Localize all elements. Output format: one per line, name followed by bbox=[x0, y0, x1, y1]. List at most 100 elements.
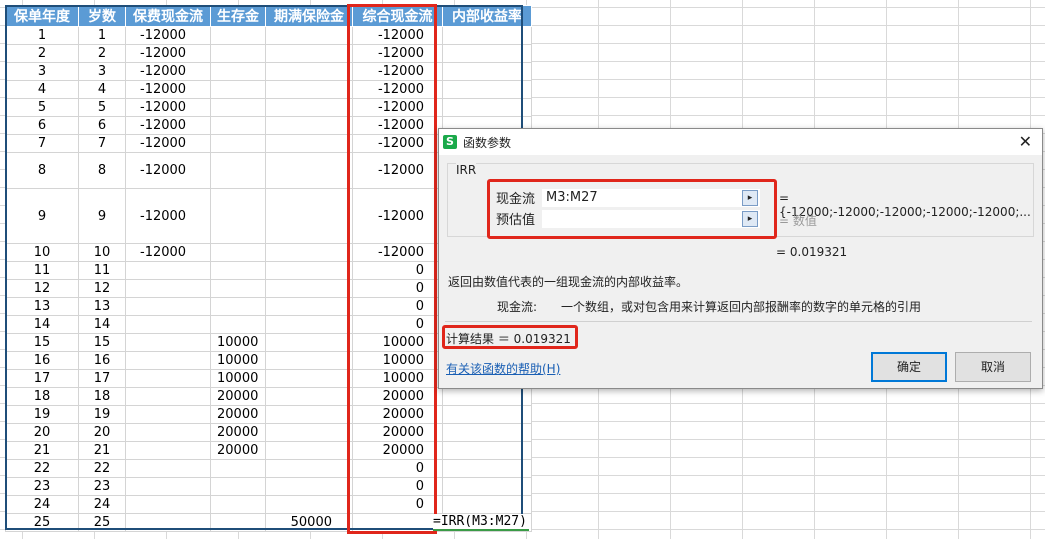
table-cell[interactable]: 6 bbox=[5, 116, 79, 135]
table-cell[interactable] bbox=[265, 351, 353, 370]
close-icon[interactable]: ✕ bbox=[1019, 132, 1032, 151]
table-cell[interactable] bbox=[125, 297, 211, 316]
table-cell[interactable]: 19 bbox=[5, 405, 79, 424]
table-cell[interactable]: 20000 bbox=[210, 423, 266, 442]
table-cell[interactable] bbox=[125, 315, 211, 334]
table-cell[interactable]: 7 bbox=[5, 134, 79, 153]
table-cell[interactable]: 10000 bbox=[210, 333, 266, 352]
table-cell[interactable]: 13 bbox=[5, 297, 79, 316]
table-cell[interactable]: 11 bbox=[5, 261, 79, 280]
table-cell[interactable] bbox=[265, 423, 353, 442]
table-cell[interactable]: 20000 bbox=[352, 423, 443, 442]
table-cell[interactable] bbox=[265, 152, 353, 189]
arg-guess-input[interactable]: ▸ bbox=[542, 209, 760, 228]
table-cell[interactable] bbox=[265, 44, 353, 63]
table-cell[interactable] bbox=[210, 152, 266, 189]
table-cell[interactable]: -12000 bbox=[125, 134, 211, 153]
table-cell[interactable] bbox=[210, 243, 266, 262]
column-header[interactable]: 保费现金流 bbox=[125, 5, 211, 27]
table-cell[interactable] bbox=[265, 477, 353, 496]
table-cell[interactable]: 12 bbox=[5, 279, 79, 298]
table-cell[interactable] bbox=[210, 315, 266, 334]
table-cell[interactable] bbox=[125, 351, 211, 370]
table-cell[interactable] bbox=[265, 405, 353, 424]
table-cell[interactable]: -12000 bbox=[125, 243, 211, 262]
table-cell[interactable]: 10000 bbox=[210, 369, 266, 388]
table-cell[interactable] bbox=[265, 441, 353, 460]
table-cell[interactable] bbox=[265, 279, 353, 298]
table-cell[interactable]: 23 bbox=[78, 477, 126, 496]
table-cell[interactable] bbox=[265, 333, 353, 352]
table-cell[interactable]: 15 bbox=[78, 333, 126, 352]
table-cell[interactable]: 4 bbox=[78, 80, 126, 99]
column-header[interactable]: 保单年度 bbox=[5, 5, 79, 27]
table-cell[interactable] bbox=[210, 62, 266, 81]
table-cell[interactable]: 0 bbox=[352, 279, 443, 298]
table-cell[interactable] bbox=[442, 26, 532, 45]
table-cell[interactable]: -12000 bbox=[352, 134, 443, 153]
table-cell[interactable] bbox=[442, 477, 532, 496]
table-cell[interactable]: 0 bbox=[352, 297, 443, 316]
table-cell[interactable]: 10 bbox=[5, 243, 79, 262]
table-cell[interactable]: -12000 bbox=[125, 98, 211, 117]
table-cell[interactable]: -12000 bbox=[352, 80, 443, 99]
table-cell[interactable] bbox=[125, 423, 211, 442]
table-cell[interactable]: 15 bbox=[5, 333, 79, 352]
table-cell[interactable] bbox=[125, 369, 211, 388]
table-cell[interactable]: 17 bbox=[5, 369, 79, 388]
table-cell[interactable] bbox=[265, 315, 353, 334]
table-cell[interactable] bbox=[125, 477, 211, 496]
table-cell[interactable]: 0 bbox=[352, 459, 443, 478]
table-cell[interactable] bbox=[442, 423, 532, 442]
table-cell[interactable] bbox=[125, 405, 211, 424]
table-cell[interactable]: 7 bbox=[78, 134, 126, 153]
table-cell[interactable] bbox=[125, 495, 211, 514]
table-cell[interactable] bbox=[265, 62, 353, 81]
table-cell[interactable]: 25 bbox=[5, 513, 79, 532]
table-cell[interactable] bbox=[265, 188, 353, 244]
table-cell[interactable] bbox=[442, 387, 532, 406]
table-cell[interactable] bbox=[210, 477, 266, 496]
table-cell[interactable] bbox=[210, 513, 266, 532]
table-cell[interactable]: -12000 bbox=[125, 62, 211, 81]
column-header[interactable]: 综合现金流 bbox=[352, 5, 443, 27]
table-cell[interactable]: 3 bbox=[78, 62, 126, 81]
table-cell[interactable]: -12000 bbox=[352, 152, 443, 189]
table-cell[interactable]: 13 bbox=[78, 297, 126, 316]
table-cell[interactable] bbox=[210, 297, 266, 316]
range-picker-icon[interactable]: ▸ bbox=[742, 210, 758, 227]
table-cell[interactable]: 4 bbox=[5, 80, 79, 99]
table-cell[interactable]: -12000 bbox=[125, 116, 211, 135]
table-cell[interactable] bbox=[442, 80, 532, 99]
table-cell[interactable]: -12000 bbox=[125, 188, 211, 244]
table-cell[interactable] bbox=[210, 188, 266, 244]
table-cell[interactable] bbox=[442, 405, 532, 424]
table-cell[interactable]: 8 bbox=[5, 152, 79, 189]
table-cell[interactable]: 20000 bbox=[210, 387, 266, 406]
table-cell[interactable]: 5 bbox=[5, 98, 79, 117]
table-cell[interactable] bbox=[265, 369, 353, 388]
table-cell[interactable]: -12000 bbox=[125, 26, 211, 45]
table-cell[interactable]: -12000 bbox=[125, 80, 211, 99]
table-cell[interactable] bbox=[210, 495, 266, 514]
table-cell[interactable] bbox=[442, 62, 532, 81]
table-cell[interactable] bbox=[125, 387, 211, 406]
table-cell[interactable] bbox=[125, 513, 211, 532]
table-cell[interactable]: 1 bbox=[5, 26, 79, 45]
table-cell[interactable] bbox=[125, 459, 211, 478]
column-header[interactable]: 岁数 bbox=[78, 5, 126, 27]
table-cell[interactable]: 12 bbox=[78, 279, 126, 298]
table-cell[interactable]: -12000 bbox=[352, 188, 443, 244]
table-cell[interactable]: 2 bbox=[78, 44, 126, 63]
table-cell[interactable] bbox=[265, 387, 353, 406]
table-cell[interactable] bbox=[265, 134, 353, 153]
table-cell[interactable]: 20000 bbox=[210, 441, 266, 460]
table-cell[interactable]: 5 bbox=[78, 98, 126, 117]
table-cell[interactable]: 16 bbox=[78, 351, 126, 370]
table-cell[interactable] bbox=[125, 279, 211, 298]
table-cell[interactable]: 14 bbox=[5, 315, 79, 334]
ok-button[interactable]: 确定 bbox=[871, 352, 947, 382]
table-cell[interactable]: 0 bbox=[352, 477, 443, 496]
table-cell[interactable]: 21 bbox=[5, 441, 79, 460]
table-cell[interactable] bbox=[265, 459, 353, 478]
